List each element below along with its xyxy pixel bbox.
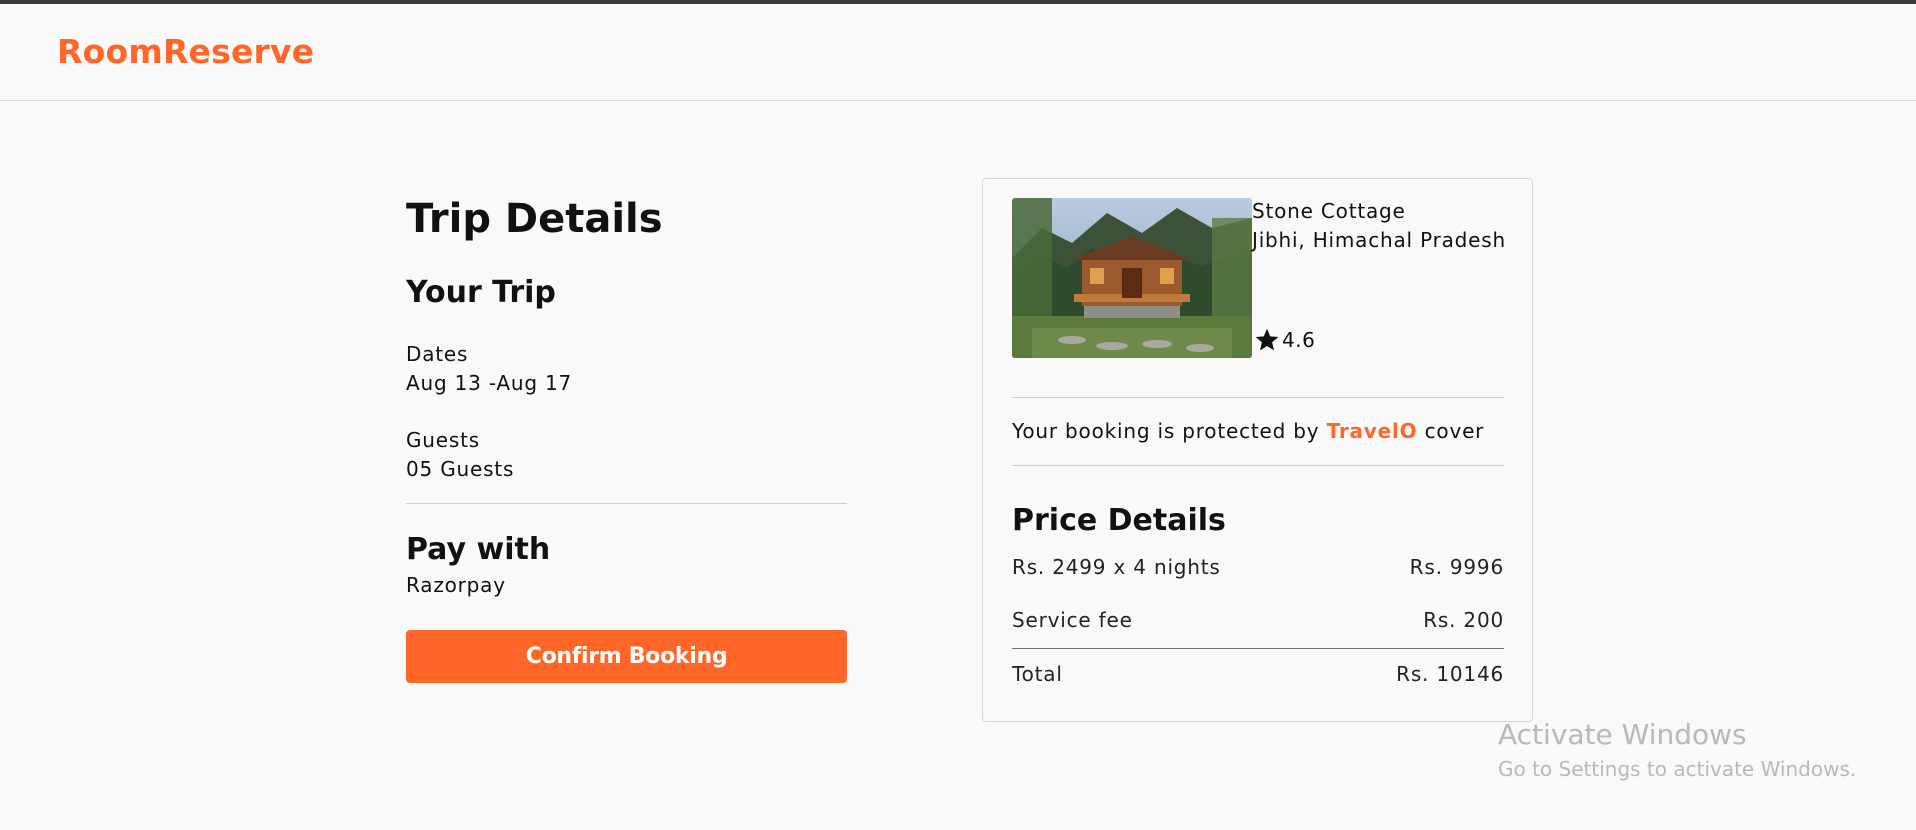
confirm-booking-button[interactable]: Confirm Booking — [406, 630, 847, 683]
guests-value: 05 Guests — [406, 457, 515, 481]
price-row-service-fee: Service fee Rs. 200 — [1012, 608, 1504, 632]
price-row-value: Rs. 9996 — [1409, 555, 1504, 579]
card-divider — [1012, 465, 1504, 466]
protection-note: Your booking is protected by TravelO cov… — [1012, 419, 1484, 443]
booking-summary-card: Stone Cottage Jibhi, Himachal Pradesh 4.… — [982, 178, 1533, 722]
dates-label: Dates — [406, 342, 469, 366]
rating-value: 4.6 — [1282, 328, 1316, 352]
section-divider — [406, 503, 847, 504]
protection-suffix: cover — [1417, 419, 1485, 443]
page-title: Trip Details — [406, 196, 663, 242]
guests-label: Guests — [406, 428, 480, 452]
your-trip-heading: Your Trip — [406, 275, 556, 310]
price-row-total: Total Rs. 10146 — [1012, 662, 1504, 686]
cottage-photo-illustration — [1012, 198, 1252, 358]
price-row-label: Rs. 2499 x 4 nights — [1012, 555, 1221, 579]
top-navbar: RoomReserve — [0, 4, 1916, 101]
star-icon — [1255, 328, 1279, 351]
price-row-label: Total — [1012, 662, 1063, 686]
pay-with-heading: Pay with — [406, 532, 551, 567]
property-rating: 4.6 — [1254, 327, 1315, 353]
card-divider — [1012, 397, 1504, 398]
dates-value: Aug 13 -Aug 17 — [406, 371, 573, 395]
property-name: Stone Cottage — [1252, 199, 1406, 223]
price-row-value: Rs. 10146 — [1396, 662, 1504, 686]
property-location: Jibhi, Himachal Pradesh — [1252, 228, 1506, 252]
price-row-nights: Rs. 2499 x 4 nights Rs. 9996 — [1012, 555, 1504, 579]
price-row-value: Rs. 200 — [1423, 608, 1504, 632]
protection-brand: TravelO — [1326, 419, 1418, 443]
activate-windows-title: Activate Windows — [1498, 718, 1747, 751]
total-divider — [1012, 648, 1504, 649]
activate-windows-subtitle: Go to Settings to activate Windows. — [1498, 757, 1857, 781]
protection-prefix: Your booking is protected by — [1012, 419, 1327, 443]
payment-method-value: Razorpay — [406, 573, 506, 597]
brand-logo[interactable]: RoomReserve — [57, 32, 314, 71]
property-image — [1012, 198, 1252, 358]
price-details-heading: Price Details — [1012, 503, 1226, 538]
price-row-label: Service fee — [1012, 608, 1133, 632]
